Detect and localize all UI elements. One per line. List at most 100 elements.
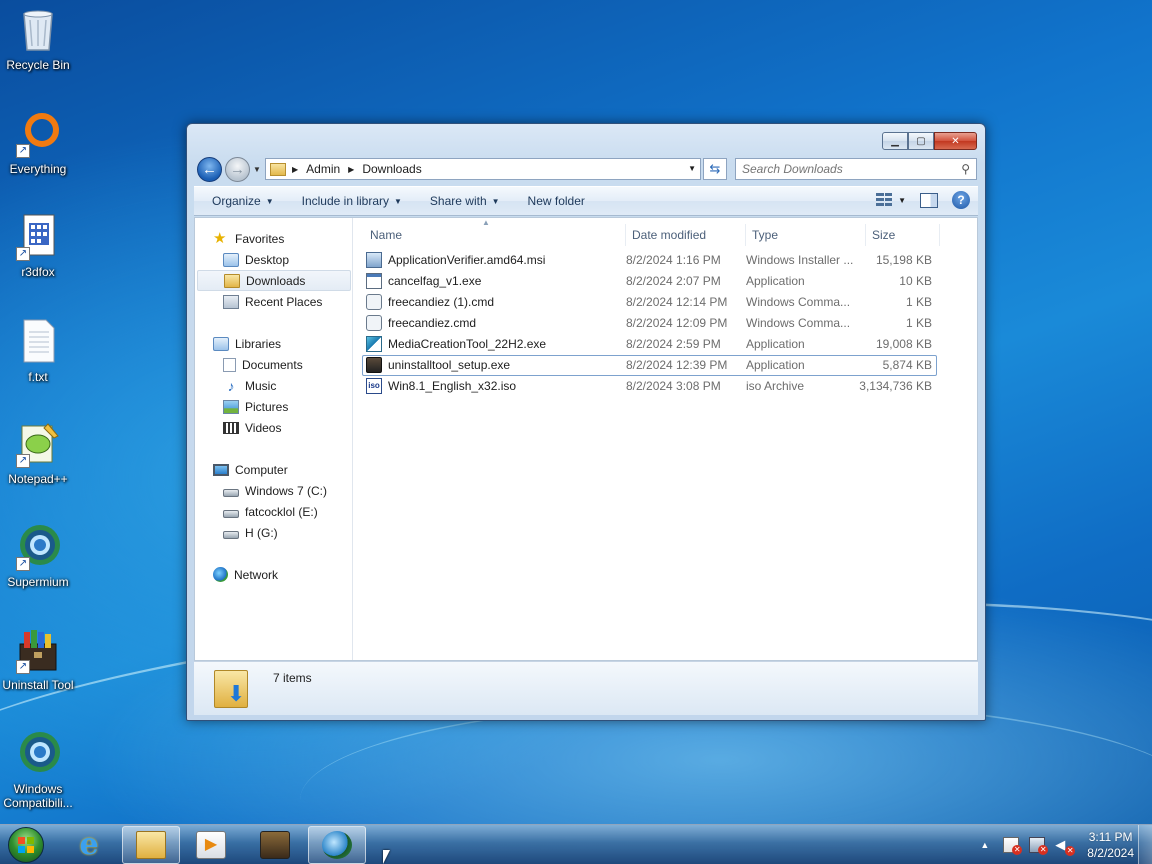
address-dropdown-icon[interactable]: ▼ [688, 164, 696, 173]
new-folder-button[interactable]: New folder [518, 194, 595, 208]
nav-desktop[interactable]: Desktop [223, 249, 289, 270]
volume-icon[interactable]: ◀ ✕ [1055, 837, 1076, 856]
windows-compatibility-icon [14, 730, 62, 778]
chevron-right-icon[interactable]: ▶ [348, 165, 354, 174]
column-header-size[interactable]: Size [866, 224, 940, 246]
nav-downloads[interactable]: Downloads [197, 270, 351, 291]
maximize-button[interactable]: ▢ [908, 132, 934, 150]
back-button[interactable]: ← [197, 157, 222, 182]
close-button[interactable]: ✕ [934, 132, 977, 150]
breadcrumb-downloads[interactable]: Downloads [362, 162, 421, 176]
nav-drive-g[interactable]: H (G:) [223, 522, 278, 543]
file-row[interactable]: iso Win8.1_English_x32.iso 8/2/2024 3:08 … [362, 376, 937, 397]
taskbar-supermium[interactable] [308, 826, 366, 864]
address-bar[interactable]: ▶ Admin ▶ Downloads ▼ [265, 158, 701, 180]
system-tray: ▲ ✕ ✕ ◀ ✕ 3:11 PM 8/2/2024 [980, 825, 1140, 864]
file-row-selected[interactable]: uninstalltool_setup.exe 8/2/2024 12:39 P… [362, 355, 937, 376]
music-icon: ♪ [227, 377, 235, 394]
uninstall-tool-icon: ↗ [14, 626, 62, 674]
installer-box-icon [366, 357, 382, 373]
file-row[interactable]: MediaCreationTool_22H2.exe 8/2/2024 2:59… [362, 334, 937, 355]
taskbar: e ▶ ▲ ✕ ✕ ◀ ✕ 3:11 PM 8/2/2024 [0, 824, 1152, 864]
downloads-folder-icon [224, 273, 240, 288]
taskbar-windows-explorer[interactable] [122, 826, 180, 864]
desktop-icon-recycle-bin[interactable]: Recycle Bin [0, 6, 76, 72]
help-button[interactable]: ? [952, 191, 970, 209]
caret-down-icon: ▼ [491, 196, 500, 206]
shortcut-arrow-icon: ↗ [16, 144, 30, 158]
drive-icon [223, 530, 239, 539]
column-header-date-modified[interactable]: Date modified [626, 224, 746, 246]
recent-places-icon [223, 294, 239, 309]
desktop-icon-notepad-plus-plus[interactable]: ↗ Notepad++ [0, 420, 76, 486]
msi-icon [366, 252, 382, 268]
column-header-type[interactable]: Type [746, 224, 866, 246]
column-header-name[interactable]: Name [364, 224, 626, 246]
nav-drive-c[interactable]: Windows 7 (C:) [223, 480, 327, 501]
show-desktop-button[interactable] [1138, 825, 1152, 864]
search-box[interactable]: ⚲ [735, 158, 977, 180]
navigation-bar: ← → ▼ ▶ Admin ▶ Downloads ▼ ⇆ ⚲ [195, 156, 979, 182]
search-input[interactable] [742, 162, 942, 176]
desktop-icon-everything[interactable]: ↗ Everything [0, 110, 76, 176]
show-hidden-icons-button[interactable]: ▲ [980, 840, 989, 850]
breadcrumb-admin[interactable]: Admin [306, 162, 340, 176]
videos-icon [223, 421, 239, 434]
minimize-button[interactable]: ▁ [882, 132, 908, 150]
nav-recent-places[interactable]: Recent Places [223, 291, 322, 312]
details-pane: 7 items [194, 661, 978, 715]
mouse-cursor-icon [383, 850, 390, 864]
desktop-icon-uninstall-tool[interactable]: ↗ Uninstall Tool [0, 626, 76, 692]
item-count: 7 items [273, 671, 312, 685]
iso-icon: iso [366, 378, 382, 394]
internet-explorer-icon: e [79, 827, 99, 862]
nav-documents[interactable]: Documents [223, 354, 303, 375]
libraries-icon [213, 336, 229, 351]
include-in-library-button[interactable]: Include in library ▼ [292, 194, 412, 208]
shortcut-arrow-icon: ↗ [16, 660, 30, 674]
taskbar-media-player[interactable]: ▶ [182, 826, 240, 864]
nav-favorites[interactable]: ★ Favorites [213, 228, 284, 249]
taskbar-internet-explorer[interactable]: e [60, 826, 118, 864]
taskbar-uninstall-tool[interactable] [246, 826, 304, 864]
forward-button[interactable]: → [225, 157, 250, 182]
cmd-icon [366, 315, 382, 331]
preview-pane-button[interactable] [920, 192, 938, 208]
file-row[interactable]: freecandiez.cmd 8/2/2024 12:09 PM Window… [362, 313, 937, 334]
desktop-icon-supermium[interactable]: ↗ Supermium [0, 523, 76, 589]
desktop-icon-windows-compatibility[interactable]: Windows Compatibili... [0, 730, 76, 810]
pictures-icon [223, 399, 239, 414]
details-view-icon [876, 193, 893, 207]
file-row[interactable]: cancelfag_v1.exe 8/2/2024 2:07 PM Applic… [362, 271, 937, 292]
nav-music[interactable]: ♪ Music [223, 375, 277, 396]
nav-computer[interactable]: Computer [213, 459, 288, 480]
recent-pages-dropdown[interactable]: ▼ [253, 165, 261, 174]
content-area: ★ Favorites Desktop Downloads Recent Plac… [194, 217, 978, 661]
explorer-window[interactable]: ▁ ▢ ✕ ← → ▼ ▶ Admin ▶ Downloads ▼ ⇆ ⚲ Or… [186, 123, 986, 721]
search-icon[interactable]: ⚲ [961, 162, 970, 176]
desktop-icon-f-txt[interactable]: f.txt [0, 318, 76, 384]
network-tray-icon[interactable]: ✕ [1029, 837, 1049, 855]
exe-icon [366, 273, 382, 289]
refresh-button[interactable]: ⇆ [703, 158, 727, 180]
supermium-icon [322, 831, 352, 859]
file-row[interactable]: freecandiez (1).cmd 8/2/2024 12:14 PM Wi… [362, 292, 937, 313]
action-center-icon[interactable]: ✕ [1003, 837, 1023, 855]
clock[interactable]: 3:11 PM 8/2/2024 [1087, 829, 1134, 861]
text-file-icon [14, 318, 62, 366]
organize-button[interactable]: Organize ▼ [202, 194, 284, 208]
star-icon: ★ [213, 229, 227, 247]
nav-pictures[interactable]: Pictures [223, 396, 288, 417]
share-with-button[interactable]: Share with ▼ [420, 194, 510, 208]
desktop-icon-r3dfox[interactable]: ↗ r3dfox [0, 213, 76, 279]
nav-libraries[interactable]: Libraries [213, 333, 281, 354]
change-view-button[interactable]: ▼ [876, 193, 906, 207]
supermium-icon: ↗ [14, 523, 62, 571]
start-button[interactable] [8, 827, 44, 863]
chevron-right-icon[interactable]: ▶ [292, 165, 298, 174]
everything-icon: ↗ [14, 110, 62, 158]
nav-network[interactable]: Network [213, 564, 278, 585]
file-row[interactable]: ApplicationVerifier.amd64.msi 8/2/2024 1… [362, 250, 937, 271]
nav-drive-e[interactable]: fatcocklol (E:) [223, 501, 318, 522]
nav-videos[interactable]: Videos [223, 417, 281, 438]
